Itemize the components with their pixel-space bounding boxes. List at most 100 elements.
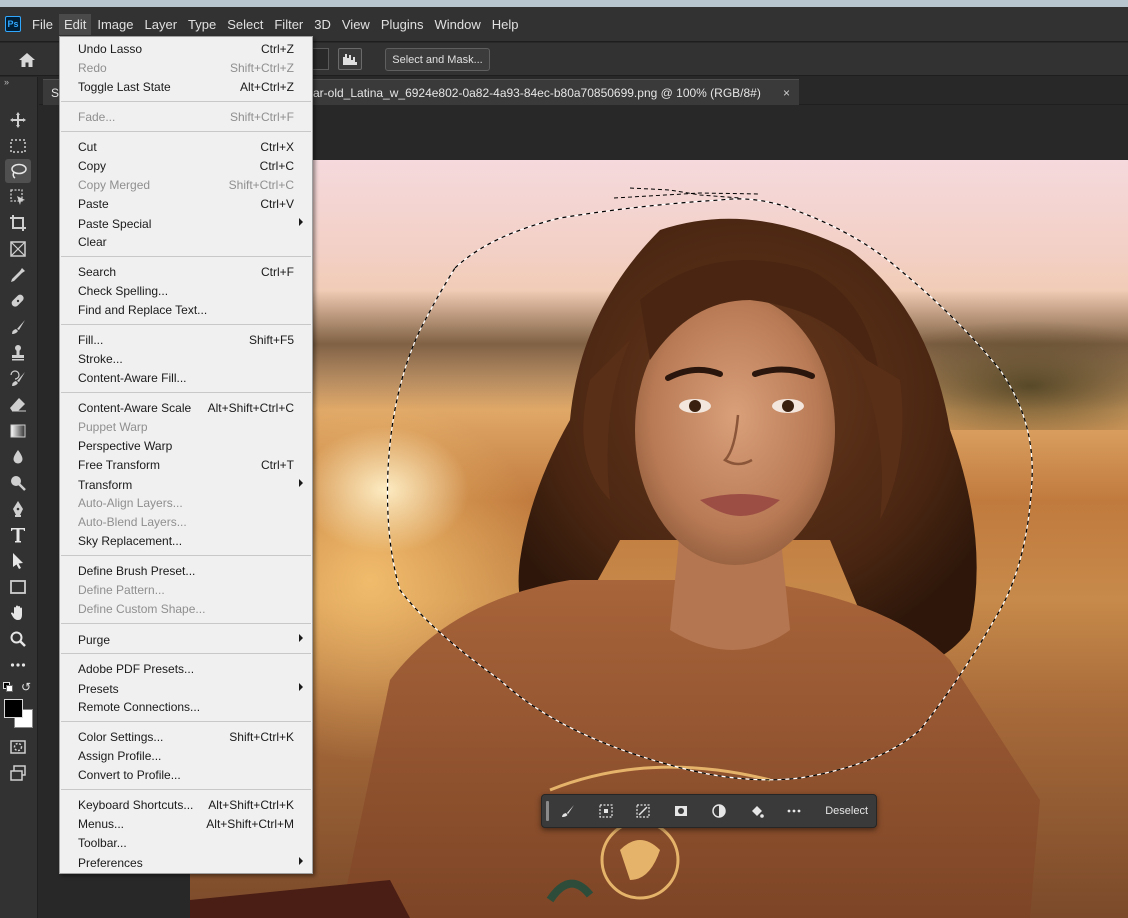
pen-tool-icon[interactable] [5,497,31,521]
lasso-tool-icon[interactable] [5,159,31,183]
menu-item-keyboard-shortcuts[interactable]: Keyboard Shortcuts... Alt+Shift+Ctrl+K [60,796,312,815]
menu-item-fill[interactable]: Fill... Shift+F5 [60,331,312,350]
create-mask-icon[interactable] [662,798,700,824]
menu-view[interactable]: View [337,14,375,35]
home-button[interactable] [14,50,40,70]
tools-panel: » ↺ [0,77,38,918]
crop-tool-icon[interactable] [5,211,31,235]
move-tool-icon[interactable] [5,108,31,132]
menu-type[interactable]: Type [183,14,221,35]
menu-item-puppet-warp: Puppet Warp [60,418,312,437]
menu-item-perspective-warp[interactable]: Perspective Warp [60,437,312,456]
menu-item-search[interactable]: Search Ctrl+F [60,263,312,282]
history-brush-tool-icon[interactable] [5,367,31,391]
screen-mode-icon[interactable] [5,761,31,785]
fill-selection-icon[interactable] [738,798,776,824]
adjustment-layer-icon[interactable] [700,798,738,824]
generative-fill-icon[interactable] [549,798,587,824]
menu-item-label: Define Custom Shape... [78,602,206,616]
menu-item-content-aware-fill[interactable]: Content-Aware Fill... [60,369,312,388]
menu-item-label: Copy [78,159,107,173]
menu-item-label: Fade... [78,110,116,124]
hand-tool-icon[interactable] [5,601,31,625]
menu-item-copy-merged: Copy Merged Shift+Ctrl+C [60,176,312,195]
menu-item-stroke[interactable]: Stroke... [60,350,312,369]
deselect-button[interactable]: Deselect [817,805,876,817]
menu-item-shortcut: Ctrl+F [261,265,294,279]
menu-item-copy[interactable]: Copy Ctrl+C [60,157,312,176]
menu-item-convert-to-profile[interactable]: Convert to Profile... [60,766,312,785]
menu-item-clear[interactable]: Clear [60,233,312,252]
menu-help[interactable]: Help [487,14,524,35]
healing-brush-tool-icon[interactable] [5,289,31,313]
more-tools-icon[interactable] [5,653,31,677]
menu-item-transform[interactable]: Transform [60,476,312,495]
menu-item-label: Presets [78,682,119,696]
zoom-tool-icon[interactable] [5,627,31,651]
clone-stamp-tool-icon[interactable] [5,341,31,365]
menu-separator [61,623,311,624]
select-subject-icon[interactable] [587,798,625,824]
marquee-tool-icon[interactable] [5,134,31,158]
menu-item-undo-lasso[interactable]: Undo Lasso Ctrl+Z [60,40,312,59]
menu-window[interactable]: Window [429,14,485,35]
menu-item-define-custom-shape: Define Custom Shape... [60,600,312,619]
menu-item-label: Color Settings... [78,730,164,744]
foreground-color-swatch[interactable] [4,699,23,718]
menu-item-content-aware-scale[interactable]: Content-Aware Scale Alt+Shift+Ctrl+C [60,399,312,418]
menu-item-auto-blend-layers: Auto-Blend Layers... [60,513,312,532]
collapse-panel-icon[interactable]: » [4,77,9,87]
brush-tool-icon[interactable] [5,315,31,339]
eraser-tool-icon[interactable] [5,393,31,417]
menu-separator [61,721,311,722]
select-and-mask-button[interactable]: Select and Mask... [385,48,490,71]
eyedropper-tool-icon[interactable] [5,263,31,287]
menu-edit[interactable]: Edit [58,13,92,35]
menu-item-color-settings[interactable]: Color Settings... Shift+Ctrl+K [60,728,312,747]
menu-item-remote-connections[interactable]: Remote Connections... [60,698,312,717]
menu-plugins[interactable]: Plugins [376,14,429,35]
menu-image[interactable]: Image [92,14,138,35]
menu-item-label: Cut [78,140,97,154]
menu-item-sky-replacement[interactable]: Sky Replacement... [60,532,312,551]
menu-item-purge[interactable]: Purge [60,631,312,650]
menu-item-toggle-last-state[interactable]: Toggle Last State Alt+Ctrl+Z [60,78,312,97]
menu-item-define-brush-preset[interactable]: Define Brush Preset... [60,562,312,581]
more-options-icon[interactable] [775,798,813,824]
menu-item-toolbar[interactable]: Toolbar... [60,834,312,853]
menu-item-adobe-pdf-presets[interactable]: Adobe PDF Presets... [60,660,312,679]
title-strip [0,0,1128,7]
invert-selection-icon[interactable] [624,798,662,824]
quick-mask-icon[interactable] [5,735,31,759]
menu-item-shortcut: Ctrl+T [261,458,294,472]
path-selection-tool-icon[interactable] [5,549,31,573]
dodge-tool-icon[interactable] [5,471,31,495]
blur-tool-icon[interactable] [5,445,31,469]
menu-item-find-and-replace-text[interactable]: Find and Replace Text... [60,301,312,320]
menu-item-paste[interactable]: Paste Ctrl+V [60,195,312,214]
type-tool-icon[interactable] [5,523,31,547]
frame-tool-icon[interactable] [5,237,31,261]
menu-layer[interactable]: Layer [140,14,183,35]
menu-item-cut[interactable]: Cut Ctrl+X [60,138,312,157]
menu-item-free-transform[interactable]: Free Transform Ctrl+T [60,456,312,475]
menu-item-menus[interactable]: Menus... Alt+Shift+Ctrl+M [60,815,312,834]
menu-item-presets[interactable]: Presets [60,680,312,699]
anti-alias-button[interactable] [338,48,362,70]
menu-filter[interactable]: Filter [269,14,308,35]
menu-file[interactable]: File [27,14,58,35]
object-selection-tool-icon[interactable] [5,185,31,209]
menu-item-label: Copy Merged [78,178,151,192]
menu-item-paste-special[interactable]: Paste Special [60,215,312,234]
menu-select[interactable]: Select [222,14,268,35]
rectangle-tool-icon[interactable] [5,575,31,599]
menu-item-preferences[interactable]: Preferences [60,854,312,873]
menu-item-check-spelling[interactable]: Check Spelling... [60,282,312,301]
menu-3d[interactable]: 3D [309,14,336,35]
close-tab-icon[interactable]: × [783,86,790,100]
default-colors-icon[interactable] [3,682,13,692]
swap-colors-icon[interactable]: ↺ [21,681,31,693]
menu-item-assign-profile[interactable]: Assign Profile... [60,747,312,766]
menu-item-label: Search [78,265,117,279]
gradient-tool-icon[interactable] [5,419,31,443]
